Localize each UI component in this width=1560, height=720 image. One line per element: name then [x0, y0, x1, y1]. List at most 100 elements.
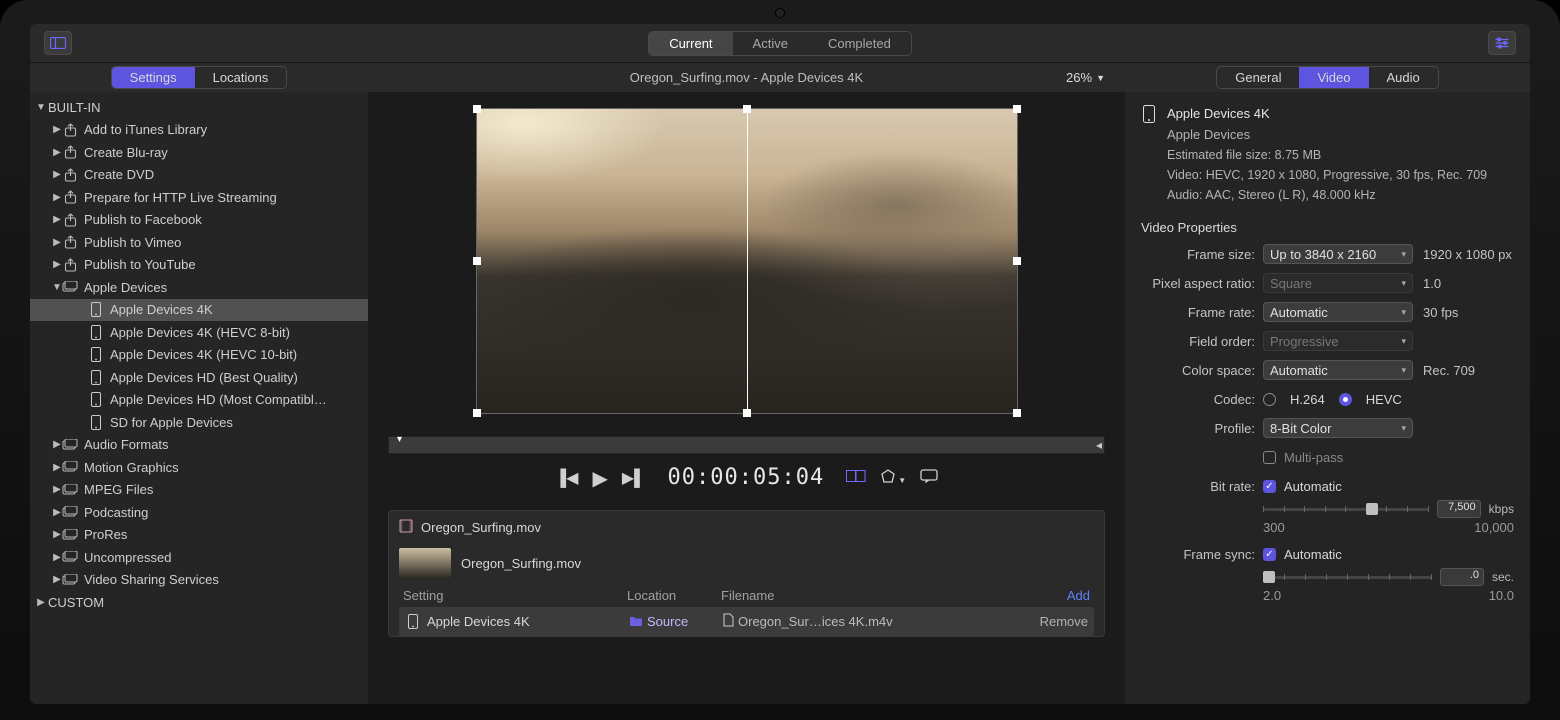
- codec-hevc-radio[interactable]: [1339, 393, 1352, 406]
- crop-handle[interactable]: [743, 409, 751, 417]
- zoom-menu[interactable]: 26%▼: [1066, 70, 1105, 85]
- share-icon: [62, 190, 78, 204]
- sidebar-group[interactable]: Audio Formats: [30, 434, 368, 457]
- preset-item[interactable]: SD for Apple Devices: [30, 411, 368, 434]
- captions-button[interactable]: [920, 469, 938, 488]
- sidebar-group[interactable]: MPEG Files: [30, 479, 368, 502]
- add-button[interactable]: Add: [1067, 588, 1090, 603]
- tab-locations[interactable]: Locations: [195, 67, 287, 88]
- framesync-slider[interactable]: .0 sec.: [1263, 568, 1514, 586]
- batch-panel: Oregon_Surfing.mov Oregon_Surfing.mov Se…: [388, 510, 1105, 637]
- frame-rate-select[interactable]: Automatic▾: [1263, 302, 1413, 322]
- sidebar-item[interactable]: Prepare for HTTP Live Streaming: [30, 186, 368, 209]
- tab-current[interactable]: Current: [649, 32, 732, 55]
- playhead-icon[interactable]: ▾: [397, 434, 402, 445]
- preset-item[interactable]: Apple Devices 4K: [30, 299, 368, 322]
- disclosure-triangle-icon[interactable]: [52, 507, 62, 518]
- codec-h264-radio[interactable]: [1263, 393, 1276, 406]
- group-apple-devices[interactable]: Apple Devices: [30, 276, 368, 299]
- inspector-toggle-button[interactable]: [1488, 31, 1516, 55]
- remove-button[interactable]: Remove: [1040, 614, 1088, 629]
- crop-handle[interactable]: [1013, 105, 1021, 113]
- disclosure-triangle-icon[interactable]: [52, 484, 62, 495]
- preset-item[interactable]: Apple Devices HD (Best Quality): [30, 366, 368, 389]
- disclosure-triangle-icon[interactable]: [36, 597, 46, 608]
- crop-handle[interactable]: [1013, 409, 1021, 417]
- disclosure-triangle-icon[interactable]: [52, 282, 62, 293]
- tab-audio[interactable]: Audio: [1369, 67, 1438, 88]
- frame-size-select[interactable]: Up to 3840 x 2160▾: [1263, 244, 1413, 264]
- preset-group-icon: [62, 460, 78, 474]
- disclosure-triangle-icon[interactable]: [52, 237, 62, 248]
- tab-video[interactable]: Video: [1299, 67, 1368, 88]
- prev-frame-button[interactable]: ▐◀: [555, 468, 579, 488]
- sidebar-item[interactable]: Publish to Vimeo: [30, 231, 368, 254]
- bitrate-field[interactable]: 7,500: [1437, 500, 1481, 518]
- play-button[interactable]: ▶: [592, 466, 607, 491]
- preset-item[interactable]: Apple Devices 4K (HEVC 8-bit): [30, 321, 368, 344]
- sidebar-item[interactable]: Add to iTunes Library: [30, 119, 368, 142]
- compare-button[interactable]: [846, 469, 866, 488]
- group-builtin[interactable]: BUILT-IN: [30, 96, 368, 119]
- preset-item[interactable]: Apple Devices 4K (HEVC 10-bit): [30, 344, 368, 367]
- compressor-window: Current Active Completed Settings Locati…: [30, 24, 1530, 704]
- device-icon: [88, 415, 104, 429]
- sidebar-group[interactable]: Video Sharing Services: [30, 569, 368, 592]
- scrubber-bar[interactable]: ▾ ◂: [388, 436, 1105, 454]
- crop-handle[interactable]: [473, 105, 481, 113]
- disclosure-triangle-icon[interactable]: [52, 147, 62, 158]
- disclosure-triangle-icon[interactable]: [52, 462, 62, 473]
- crop-handle[interactable]: [743, 105, 751, 113]
- clip-row[interactable]: Oregon_Surfing.mov: [399, 542, 1094, 584]
- color-space-select[interactable]: Automatic▾: [1263, 360, 1413, 380]
- bitrate-auto-checkbox[interactable]: ✓: [1263, 480, 1276, 493]
- inspector-panel[interactable]: Apple Devices 4K Apple Devices Estimated…: [1125, 92, 1530, 704]
- sidebar-group[interactable]: Motion Graphics: [30, 456, 368, 479]
- disclosure-triangle-icon[interactable]: [52, 259, 62, 270]
- crop-handle[interactable]: [1013, 257, 1021, 265]
- share-icon: [62, 258, 78, 272]
- video-viewer[interactable]: [476, 108, 1018, 414]
- tab-active[interactable]: Active: [733, 32, 808, 55]
- tab-completed[interactable]: Completed: [808, 32, 911, 55]
- disclosure-triangle-icon[interactable]: [52, 529, 62, 540]
- disclosure-triangle-icon[interactable]: [52, 214, 62, 225]
- disclosure-triangle-icon[interactable]: [52, 574, 62, 585]
- disclosure-triangle-icon[interactable]: [52, 192, 62, 203]
- batch-setting-row[interactable]: Apple Devices 4K Source Oregon_Sur…ices …: [399, 607, 1094, 636]
- crop-handle[interactable]: [473, 409, 481, 417]
- inspector-mode-segmented: General Video Audio: [1216, 66, 1439, 89]
- disclosure-triangle-icon[interactable]: [52, 124, 62, 135]
- markers-menu[interactable]: ▼: [880, 469, 906, 488]
- disclosure-triangle-icon[interactable]: [36, 102, 46, 113]
- crop-handle[interactable]: [473, 257, 481, 265]
- disclosure-triangle-icon[interactable]: [52, 439, 62, 450]
- profile-select[interactable]: 8-Bit Color▾: [1263, 418, 1413, 438]
- tab-settings[interactable]: Settings: [112, 67, 195, 88]
- sidebar-item[interactable]: Create DVD: [30, 164, 368, 187]
- disclosure-triangle-icon[interactable]: [52, 552, 62, 563]
- sidebar-item[interactable]: Create Blu-ray: [30, 141, 368, 164]
- settings-sidebar[interactable]: BUILT-IN Add to iTunes Library Create Bl…: [30, 92, 368, 704]
- framesync-field[interactable]: .0: [1440, 568, 1484, 586]
- view-segmented: Current Active Completed: [648, 31, 912, 56]
- out-point-icon[interactable]: ◂: [1096, 438, 1102, 452]
- tab-general[interactable]: General: [1217, 67, 1299, 88]
- sidebar-group[interactable]: Podcasting: [30, 501, 368, 524]
- next-frame-button[interactable]: ▶▌: [622, 468, 646, 488]
- timecode-display[interactable]: 00:00:05:04: [668, 467, 825, 489]
- device-icon: [88, 325, 104, 339]
- preset-group-icon: [62, 505, 78, 519]
- sidebar-item[interactable]: Publish to Facebook: [30, 209, 368, 232]
- disclosure-triangle-icon[interactable]: [52, 169, 62, 180]
- multipass-checkbox[interactable]: [1263, 451, 1276, 464]
- group-custom[interactable]: CUSTOM: [30, 591, 368, 614]
- framesync-auto-checkbox[interactable]: ✓: [1263, 548, 1276, 561]
- preset-item[interactable]: Apple Devices HD (Most Compatibl…: [30, 389, 368, 412]
- sidebar-group[interactable]: ProRes: [30, 524, 368, 547]
- sidebar-group[interactable]: Uncompressed: [30, 546, 368, 569]
- bitrate-slider[interactable]: 7,500 kbps: [1263, 500, 1514, 518]
- crop-guide[interactable]: [747, 109, 748, 413]
- sidebar-toggle-button[interactable]: [44, 31, 72, 55]
- sidebar-item[interactable]: Publish to YouTube: [30, 254, 368, 277]
